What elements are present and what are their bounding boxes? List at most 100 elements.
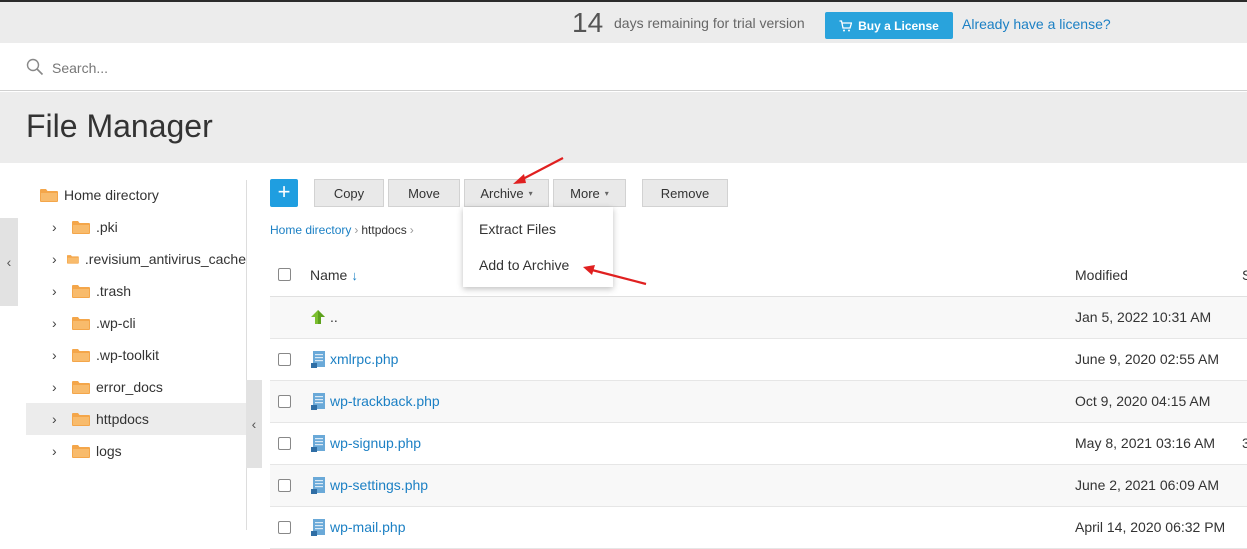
file-modified: April 14, 2020 06:32 PM <box>1075 519 1226 535</box>
column-header-size[interactable]: S <box>1242 267 1247 283</box>
archive-button[interactable]: Archive ▾ <box>464 179 549 207</box>
archive-label: Archive <box>480 185 524 201</box>
chevron-right-icon[interactable]: › <box>52 219 66 235</box>
file-modified: June 9, 2020 02:55 AM <box>1075 351 1219 367</box>
move-button[interactable]: Move <box>388 179 460 207</box>
copy-label: Copy <box>333 185 365 201</box>
table-row[interactable]: wp-signup.php May 8, 2021 03:16 AM 3 <box>270 423 1247 465</box>
column-header-name[interactable]: Name ↓ <box>310 267 358 283</box>
page-title: File Manager <box>26 108 213 144</box>
table-row[interactable]: wp-settings.php June 2, 2021 06:09 AM <box>270 465 1247 507</box>
tree-item-pki[interactable]: › .pki <box>26 211 246 243</box>
buy-license-button[interactable]: Buy a License <box>825 12 953 39</box>
chevron-down-icon: ▾ <box>604 188 609 198</box>
chevron-right-icon[interactable]: › <box>52 411 66 427</box>
breadcrumb: Home directory › httpdocs › <box>270 223 417 237</box>
tree-item-label: Home directory <box>64 187 159 203</box>
chevron-right-icon[interactable]: › <box>52 379 66 395</box>
tree-item-wp-cli[interactable]: › .wp-cli <box>26 307 246 339</box>
folder-icon <box>72 445 90 458</box>
php-file-icon <box>311 393 325 410</box>
panel-divider <box>246 180 247 530</box>
archive-dropdown-menu: Extract Files Add to Archive <box>463 207 613 287</box>
file-modified: Jan 5, 2022 10:31 AM <box>1075 309 1212 325</box>
file-modified: Oct 9, 2020 04:15 AM <box>1075 393 1211 409</box>
cart-icon <box>839 19 853 31</box>
tree-item-label: .revisium_antivirus_cache <box>84 251 246 267</box>
tree-item-label: .trash <box>96 283 132 299</box>
php-file-icon <box>311 477 325 494</box>
chevron-right-icon[interactable]: › <box>52 315 66 331</box>
trial-bar: 14 days remaining for trial version Buy … <box>0 0 1247 43</box>
row-checkbox[interactable] <box>278 479 291 492</box>
folder-icon <box>72 221 90 234</box>
file-name[interactable]: xmlrpc.php <box>330 351 398 367</box>
folder-icon <box>72 317 90 330</box>
tree-item-label: .wp-cli <box>96 315 136 331</box>
table-row[interactable]: .. Jan 5, 2022 10:31 AM <box>270 297 1247 339</box>
select-all-checkbox[interactable] <box>278 268 291 281</box>
more-button[interactable]: More ▾ <box>553 179 626 207</box>
chevron-down-icon: ▾ <box>528 188 533 198</box>
trial-text: days remaining for trial version <box>614 15 805 31</box>
folder-icon <box>72 413 90 426</box>
trial-days-count: 14 <box>572 7 604 38</box>
row-checkbox[interactable] <box>278 395 291 408</box>
tree-item-revisium-antivirus-cache[interactable]: › .revisium_antivirus_cache <box>26 243 246 275</box>
column-header-name-label: Name <box>310 267 348 283</box>
tree-item-httpdocs[interactable]: › httpdocs <box>26 403 246 435</box>
menu-item-extract-files[interactable]: Extract Files <box>479 221 556 237</box>
remove-label: Remove <box>660 185 710 201</box>
add-button[interactable]: + <box>270 179 298 207</box>
tree-item-wp-toolkit[interactable]: › .wp-toolkit <box>26 339 246 371</box>
tree-item-error-docs[interactable]: › error_docs <box>26 371 246 403</box>
more-label: More <box>570 185 600 201</box>
remove-button[interactable]: Remove <box>642 179 728 207</box>
copy-button[interactable]: Copy <box>314 179 384 207</box>
breadcrumb-current[interactable]: httpdocs <box>361 223 406 237</box>
table-row[interactable]: xmlrpc.php June 9, 2020 02:55 AM <box>270 339 1247 381</box>
search-bar <box>0 43 1247 91</box>
breadcrumb-separator: › <box>354 223 359 237</box>
tree-item-label: .wp-toolkit <box>96 347 160 363</box>
breadcrumb-home-link[interactable]: Home directory <box>270 223 351 237</box>
tree-item-label: .pki <box>96 219 118 235</box>
file-name[interactable]: wp-settings.php <box>330 477 428 493</box>
tree-item-logs[interactable]: › logs <box>26 435 246 467</box>
row-checkbox[interactable] <box>278 521 291 534</box>
folder-icon <box>72 285 90 298</box>
sidebar-collapse-handle[interactable]: ‹ <box>0 218 18 306</box>
menu-item-add-to-archive[interactable]: Add to Archive <box>479 257 569 273</box>
folder-icon <box>72 349 90 362</box>
row-checkbox[interactable] <box>278 353 291 366</box>
table-row[interactable]: wp-mail.php April 14, 2020 06:32 PM <box>270 507 1247 549</box>
tree-collapse-handle[interactable]: ‹ <box>246 380 262 468</box>
table-header: Name ↓ Modified S <box>270 256 1247 297</box>
chevron-right-icon[interactable]: › <box>52 283 66 299</box>
php-file-icon <box>311 435 325 452</box>
folder-icon <box>40 189 58 202</box>
tree-item-label: httpdocs <box>96 411 149 427</box>
title-band: File Manager <box>0 92 1247 163</box>
file-table: Name ↓ Modified S .. Jan 5, 2022 10:31 AM… <box>270 256 1247 549</box>
chevron-right-icon[interactable]: › <box>52 251 61 267</box>
already-have-license-link[interactable]: Already have a license? <box>962 16 1111 32</box>
tree-item-trash[interactable]: › .trash <box>26 275 246 307</box>
breadcrumb-separator: › <box>409 223 414 237</box>
chevron-right-icon[interactable]: › <box>52 347 66 363</box>
row-checkbox[interactable] <box>278 437 291 450</box>
file-name[interactable]: wp-mail.php <box>330 519 405 535</box>
buy-license-label: Buy a License <box>858 18 939 33</box>
file-name[interactable]: wp-trackback.php <box>330 393 440 409</box>
chevron-right-icon[interactable]: › <box>52 443 66 459</box>
file-name[interactable]: wp-signup.php <box>330 435 421 451</box>
table-row[interactable]: wp-trackback.php Oct 9, 2020 04:15 AM <box>270 381 1247 423</box>
php-file-icon <box>311 519 325 536</box>
folder-icon <box>67 255 79 264</box>
tree-item-home-directory[interactable]: Home directory <box>26 179 246 211</box>
php-file-icon <box>311 351 325 368</box>
column-header-modified[interactable]: Modified <box>1075 267 1128 283</box>
search-icon <box>26 58 44 76</box>
search-input[interactable] <box>50 56 654 80</box>
file-name[interactable]: .. <box>330 309 338 325</box>
